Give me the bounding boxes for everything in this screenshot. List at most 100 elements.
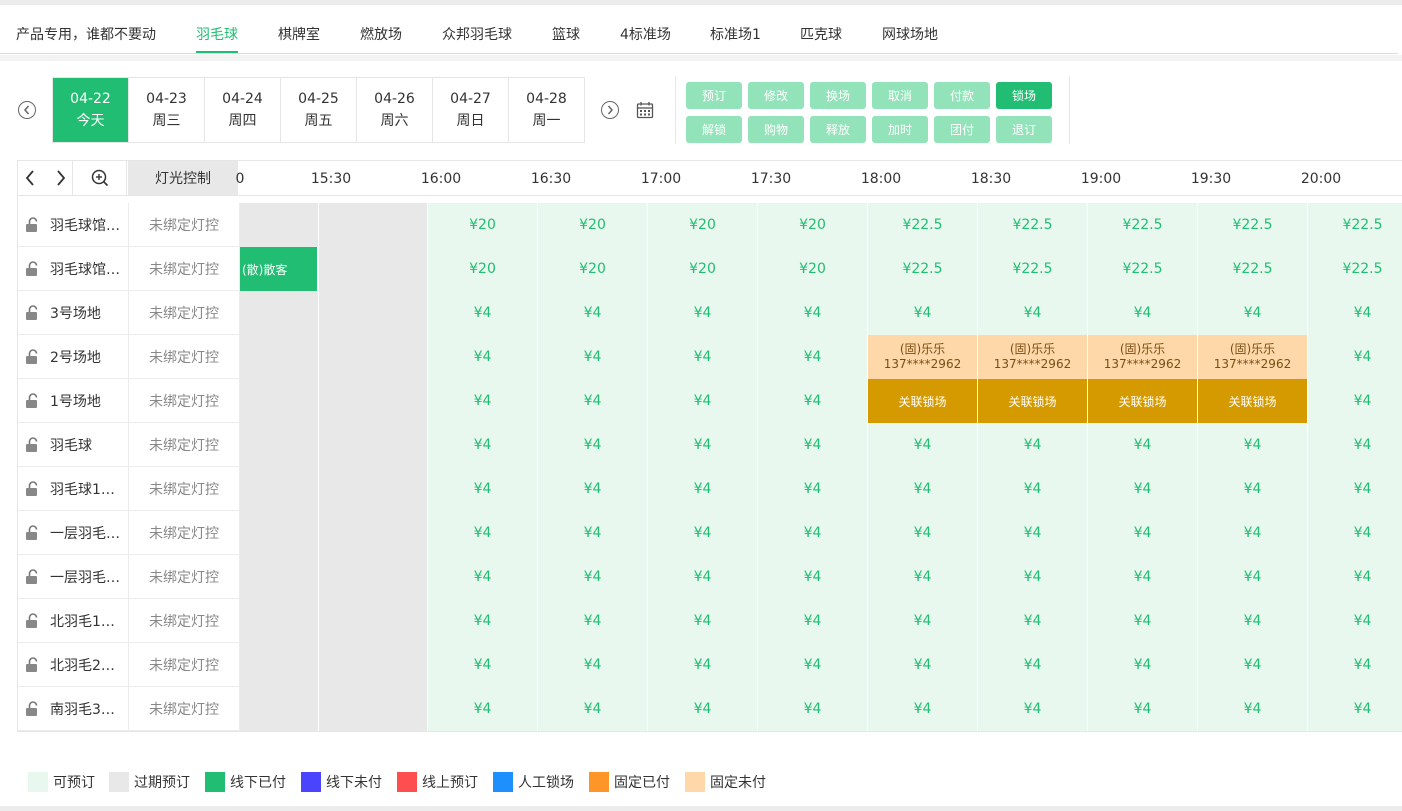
unlock-icon[interactable] (24, 304, 42, 322)
pay-button[interactable]: 付款 (934, 82, 990, 109)
available-slot[interactable]: ¥4 (1088, 511, 1198, 555)
available-slot[interactable]: ¥20 (648, 247, 758, 291)
available-slot[interactable]: ¥22.5 (1308, 203, 1402, 247)
tab-product-only[interactable]: 产品专用，谁都不要动 (16, 24, 156, 44)
available-slot[interactable]: ¥22.5 (1308, 247, 1402, 291)
available-slot[interactable]: ¥4 (758, 335, 868, 379)
available-slot[interactable]: ¥22.5 (1198, 203, 1308, 247)
available-slot[interactable]: ¥4 (758, 467, 868, 511)
available-slot[interactable]: ¥4 (538, 687, 648, 731)
available-slot[interactable]: ¥4 (538, 423, 648, 467)
available-slot[interactable]: ¥4 (1308, 423, 1402, 467)
group-pay-button[interactable]: 团付 (934, 116, 990, 143)
linked-lock-slot[interactable]: 关联锁场 (978, 379, 1088, 423)
next-week-button[interactable] (601, 101, 619, 119)
tab-4-standard-court[interactable]: 4标准场 (620, 24, 671, 44)
available-slot[interactable]: ¥4 (428, 643, 538, 687)
available-slot[interactable]: ¥4 (758, 555, 868, 599)
available-slot[interactable]: ¥4 (538, 467, 648, 511)
available-slot[interactable]: ¥4 (978, 291, 1088, 335)
available-slot[interactable]: ¥4 (648, 687, 758, 731)
calendar-icon[interactable] (636, 101, 654, 119)
available-slot[interactable]: ¥4 (428, 555, 538, 599)
available-slot[interactable]: ¥4 (1308, 467, 1402, 511)
venue-cell[interactable]: 一层羽毛球4 (18, 511, 128, 555)
available-slot[interactable]: ¥4 (648, 423, 758, 467)
linked-lock-slot[interactable]: 关联锁场 (868, 379, 978, 423)
fixed-unpaid-booking-slot[interactable]: (固)乐乐 137****2962 (868, 335, 978, 379)
tab-standard-court-1[interactable]: 标准场1 (710, 24, 761, 44)
available-slot[interactable]: ¥4 (538, 643, 648, 687)
unlock-icon[interactable] (24, 392, 42, 410)
venue-cell[interactable]: 1号场地 (18, 379, 128, 423)
available-slot[interactable]: ¥22.5 (1198, 247, 1308, 291)
available-slot[interactable]: ¥4 (868, 423, 978, 467)
venue-cell[interactable]: 羽毛球 (18, 423, 128, 467)
lock-court-button[interactable]: 锁场 (996, 82, 1052, 109)
available-slot[interactable]: ¥4 (1088, 599, 1198, 643)
date-tab-3[interactable]: 04-25 周五 (281, 78, 357, 142)
available-slot[interactable]: ¥4 (648, 467, 758, 511)
venue-cell[interactable]: 北羽毛2号... (18, 643, 128, 687)
modify-button[interactable]: 修改 (748, 82, 804, 109)
available-slot[interactable]: ¥22.5 (978, 247, 1088, 291)
available-slot[interactable]: ¥4 (1308, 599, 1402, 643)
available-slot[interactable]: ¥22.5 (978, 203, 1088, 247)
date-tab-4[interactable]: 04-26 周六 (357, 78, 433, 142)
available-slot[interactable]: ¥4 (1088, 687, 1198, 731)
available-slot[interactable]: ¥4 (538, 335, 648, 379)
tab-zhongbang-badminton[interactable]: 众邦羽毛球 (442, 24, 512, 44)
book-button[interactable]: 预订 (686, 82, 742, 109)
available-slot[interactable]: ¥4 (1198, 599, 1308, 643)
date-tab-6[interactable]: 04-28 周一 (509, 78, 584, 142)
available-slot[interactable]: ¥4 (1088, 555, 1198, 599)
venue-cell[interactable]: 3号场地 (18, 291, 128, 335)
available-slot[interactable]: ¥4 (1308, 291, 1402, 335)
date-tab-5[interactable]: 04-27 周日 (433, 78, 509, 142)
available-slot[interactable]: ¥4 (648, 599, 758, 643)
venue-cell[interactable]: 羽毛球1号场 (18, 467, 128, 511)
available-slot[interactable]: ¥4 (758, 687, 868, 731)
fixed-unpaid-booking-slot[interactable]: (固)乐乐 137****2962 (978, 335, 1088, 379)
available-slot[interactable]: ¥4 (1198, 423, 1308, 467)
available-slot[interactable]: ¥4 (538, 555, 648, 599)
available-slot[interactable]: ¥4 (648, 335, 758, 379)
available-slot[interactable]: ¥4 (428, 379, 538, 423)
available-slot[interactable]: ¥4 (1308, 555, 1402, 599)
available-slot[interactable]: ¥4 (758, 423, 868, 467)
available-slot[interactable]: ¥4 (1088, 643, 1198, 687)
available-slot[interactable]: ¥4 (978, 643, 1088, 687)
available-slot[interactable]: ¥4 (978, 599, 1088, 643)
available-slot[interactable]: ¥4 (868, 511, 978, 555)
available-slot[interactable]: ¥20 (428, 247, 538, 291)
fixed-unpaid-booking-slot[interactable]: (固)乐乐 137****2962 (1088, 335, 1198, 379)
available-slot[interactable]: ¥4 (1198, 467, 1308, 511)
available-slot[interactable]: ¥4 (758, 599, 868, 643)
tab-badminton[interactable]: 羽毛球 (196, 24, 238, 44)
scroll-time-right-button[interactable] (46, 161, 74, 195)
available-slot[interactable]: ¥4 (758, 379, 868, 423)
available-slot[interactable]: ¥4 (1308, 643, 1402, 687)
available-slot[interactable]: ¥4 (648, 379, 758, 423)
release-button[interactable]: 释放 (810, 116, 866, 143)
available-slot[interactable]: ¥4 (538, 511, 648, 555)
unlock-icon[interactable] (24, 700, 42, 718)
available-slot[interactable]: ¥4 (1198, 555, 1308, 599)
scroll-time-left-button[interactable] (18, 161, 46, 195)
available-slot[interactable]: ¥4 (868, 599, 978, 643)
venue-cell[interactable]: 北羽毛1号... (18, 599, 128, 643)
available-slot[interactable]: ¥4 (1308, 379, 1402, 423)
tab-basketball[interactable]: 篮球 (552, 24, 580, 44)
available-slot[interactable]: ¥4 (1088, 291, 1198, 335)
available-slot[interactable]: ¥4 (1308, 687, 1402, 731)
available-slot[interactable]: ¥4 (538, 599, 648, 643)
unsubscribe-button[interactable]: 退订 (996, 116, 1052, 143)
extend-time-button[interactable]: 加时 (872, 116, 928, 143)
available-slot[interactable]: ¥4 (648, 555, 758, 599)
cancel-button[interactable]: 取消 (872, 82, 928, 109)
available-slot[interactable]: ¥4 (538, 291, 648, 335)
available-slot[interactable]: ¥4 (1308, 511, 1402, 555)
available-slot[interactable]: ¥22.5 (868, 203, 978, 247)
tab-fireworks[interactable]: 燃放场 (360, 24, 402, 44)
unlock-icon[interactable] (24, 480, 42, 498)
